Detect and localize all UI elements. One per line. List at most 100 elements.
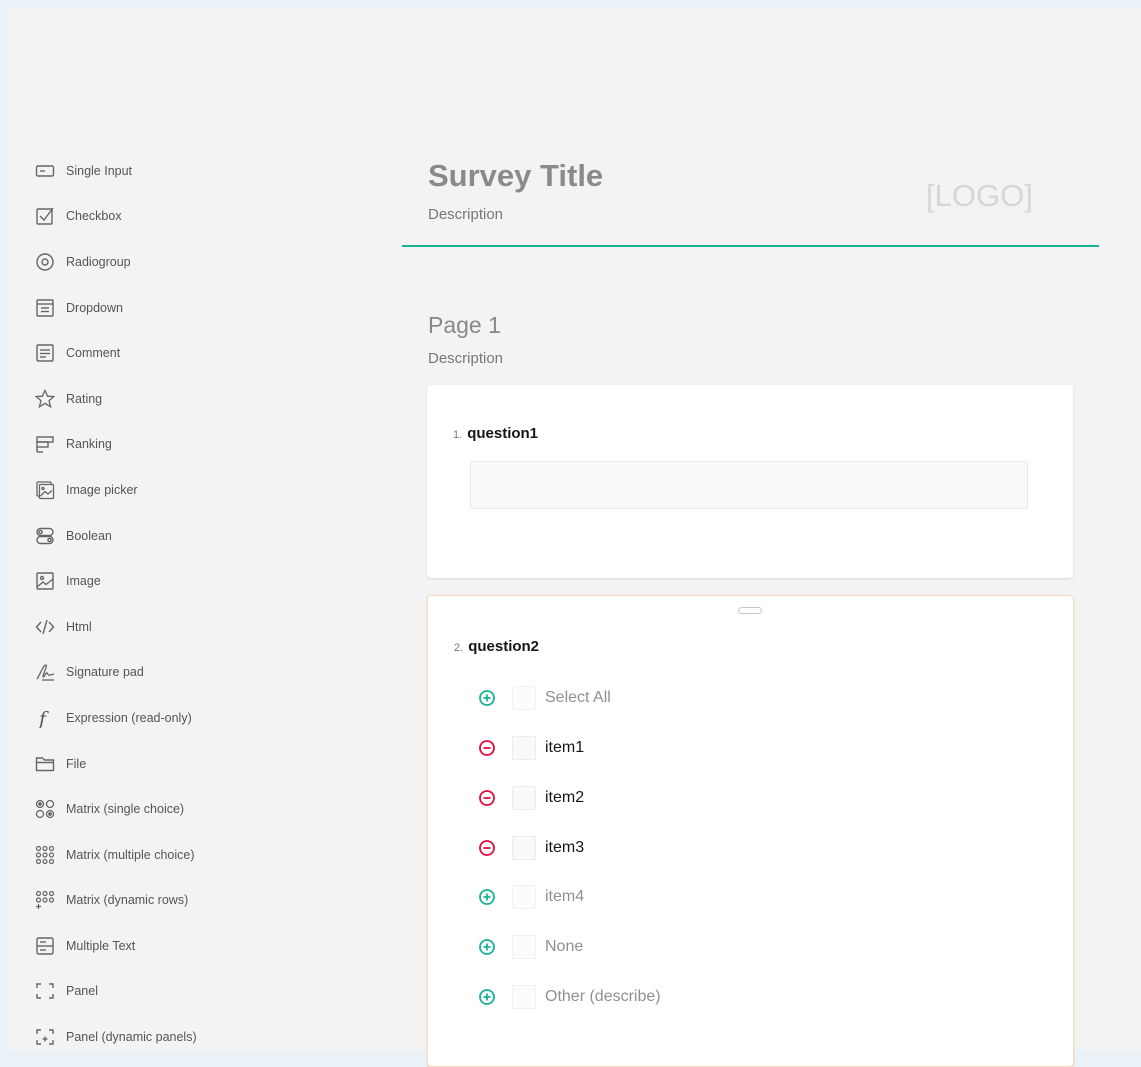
toolbox-item-image[interactable]: Image (34, 558, 374, 604)
toolbox: Single Input Checkbox Radiogroup Dropdow… (34, 148, 374, 1060)
survey-creator: Single Input Checkbox Radiogroup Dropdow… (8, 8, 1141, 1067)
star-icon (34, 388, 56, 410)
toolbox-item-label: Image (66, 574, 101, 589)
toolbox-item-checkbox[interactable]: Checkbox (34, 194, 374, 240)
choice-label[interactable]: None (545, 938, 583, 956)
survey-title[interactable]: Survey Title (428, 158, 603, 194)
toolbox-item-matrix-multiple[interactable]: Matrix (multiple choice) (34, 832, 374, 878)
choice-other: Other (describe) (478, 982, 661, 1012)
toolbox-item-expression[interactable]: f Expression (read-only) (34, 695, 374, 741)
toolbox-item-label: Matrix (single choice) (66, 802, 185, 817)
choice-item4: item4 (478, 882, 584, 912)
toolbox-item-label: Matrix (dynamic rows) (66, 893, 189, 908)
toolbox-item-label: Panel (66, 984, 98, 999)
choice-item3: item3 (478, 833, 584, 863)
toolbox-item-file[interactable]: File (34, 741, 374, 787)
toolbox-item-label: Rating (66, 391, 103, 406)
toolbox-item-rating[interactable]: Rating (34, 376, 374, 422)
toolbox-item-label: Expression (read-only) (66, 710, 192, 725)
toolbox-item-html[interactable]: Html (34, 604, 374, 650)
toolbox-item-matrix-single[interactable]: Matrix (single choice) (34, 786, 374, 832)
logo-placeholder[interactable]: [LOGO] (926, 178, 1033, 214)
toolbox-item-signature-pad[interactable]: Signature pad (34, 650, 374, 696)
drag-handle[interactable] (738, 607, 762, 614)
question-title[interactable]: question1 (467, 425, 538, 442)
image-picker-icon (34, 479, 56, 501)
header-divider (402, 245, 1099, 247)
toolbox-item-matrix-dynamic[interactable]: Matrix (dynamic rows) (34, 878, 374, 924)
toolbox-item-label: Boolean (66, 528, 112, 543)
toolbox-item-label: Signature pad (66, 665, 144, 680)
toolbox-item-label: Image picker (66, 482, 138, 497)
toolbox-item-ranking[interactable]: Ranking (34, 422, 374, 468)
page-description[interactable]: Description (428, 350, 503, 367)
choice-checkbox[interactable] (512, 985, 536, 1009)
panel-icon (34, 980, 56, 1002)
choice-label[interactable]: item3 (545, 839, 584, 857)
folder-icon (34, 753, 56, 775)
toolbox-item-radiogroup[interactable]: Radiogroup (34, 239, 374, 285)
choice-checkbox[interactable] (512, 786, 536, 810)
toolbox-item-label: Ranking (66, 437, 112, 452)
remove-circle-icon[interactable] (478, 789, 496, 807)
multiple-text-icon (34, 935, 56, 957)
html-icon (34, 616, 56, 638)
choice-label[interactable]: item1 (545, 739, 584, 757)
question1-text-input[interactable] (470, 461, 1028, 509)
question-header: 1. question1 (453, 425, 538, 442)
image-icon (34, 570, 56, 592)
ranking-icon (34, 433, 56, 455)
toolbox-item-boolean[interactable]: Boolean (34, 513, 374, 559)
toolbox-item-label: Dropdown (66, 300, 123, 315)
survey-description[interactable]: Description (428, 206, 503, 223)
question-number: 2. (454, 642, 464, 654)
toolbox-item-label: Checkbox (66, 209, 122, 224)
toolbox-item-multiple-text[interactable]: Multiple Text (34, 923, 374, 969)
toolbox-item-label: Comment (66, 346, 121, 361)
add-circle-icon[interactable] (478, 988, 496, 1006)
add-circle-icon[interactable] (478, 888, 496, 906)
svg-text:f: f (37, 708, 49, 728)
toolbox-item-label: Matrix (multiple choice) (66, 847, 195, 862)
choice-item1: item1 (478, 733, 584, 763)
toolbox-item-label: Html (66, 619, 92, 634)
choice-checkbox[interactable] (512, 686, 536, 710)
choice-label[interactable]: item4 (545, 888, 584, 906)
choice-label[interactable]: Other (describe) (545, 988, 661, 1006)
toolbox-item-dropdown[interactable]: Dropdown (34, 285, 374, 331)
toolbox-item-panel[interactable]: Panel (34, 969, 374, 1015)
single-input-icon (34, 160, 56, 182)
choice-checkbox[interactable] (512, 836, 536, 860)
choice-label[interactable]: item2 (545, 789, 584, 807)
add-circle-icon[interactable] (478, 938, 496, 956)
choice-item2: item2 (478, 783, 584, 813)
toolbox-item-label: File (66, 756, 87, 771)
question-title[interactable]: question2 (468, 638, 539, 655)
choice-checkbox[interactable] (512, 935, 536, 959)
question-card-1[interactable]: 1. question1 (427, 385, 1073, 578)
remove-circle-icon[interactable] (478, 739, 496, 757)
boolean-icon (34, 525, 56, 547)
toolbox-item-single-input[interactable]: Single Input (34, 148, 374, 194)
question-header: 2. question2 (454, 638, 539, 655)
choice-checkbox[interactable] (512, 736, 536, 760)
toolbox-item-label: Radiogroup (66, 254, 131, 269)
question-card-2[interactable]: 2. question2 Select All item1 item2 item… (427, 595, 1074, 1067)
comment-icon (34, 342, 56, 364)
expression-icon: f (34, 707, 56, 729)
toolbox-item-comment[interactable]: Comment (34, 330, 374, 376)
remove-circle-icon[interactable] (478, 839, 496, 857)
page-title[interactable]: Page 1 (428, 312, 501, 339)
toolbox-item-image-picker[interactable]: Image picker (34, 467, 374, 513)
checkbox-icon (34, 205, 56, 227)
choice-label[interactable]: Select All (545, 689, 611, 707)
matrix-multiple-icon (34, 844, 56, 866)
choice-select-all: Select All (478, 683, 611, 713)
add-circle-icon[interactable] (478, 689, 496, 707)
choice-checkbox[interactable] (512, 885, 536, 909)
question-number: 1. (453, 429, 463, 441)
toolbox-item-label: Single Input (66, 163, 133, 178)
choice-none: None (478, 932, 583, 962)
toolbox-item-panel-dynamic[interactable]: Panel (dynamic panels) (34, 1014, 374, 1060)
toolbox-item-label: Panel (dynamic panels) (66, 1030, 197, 1045)
